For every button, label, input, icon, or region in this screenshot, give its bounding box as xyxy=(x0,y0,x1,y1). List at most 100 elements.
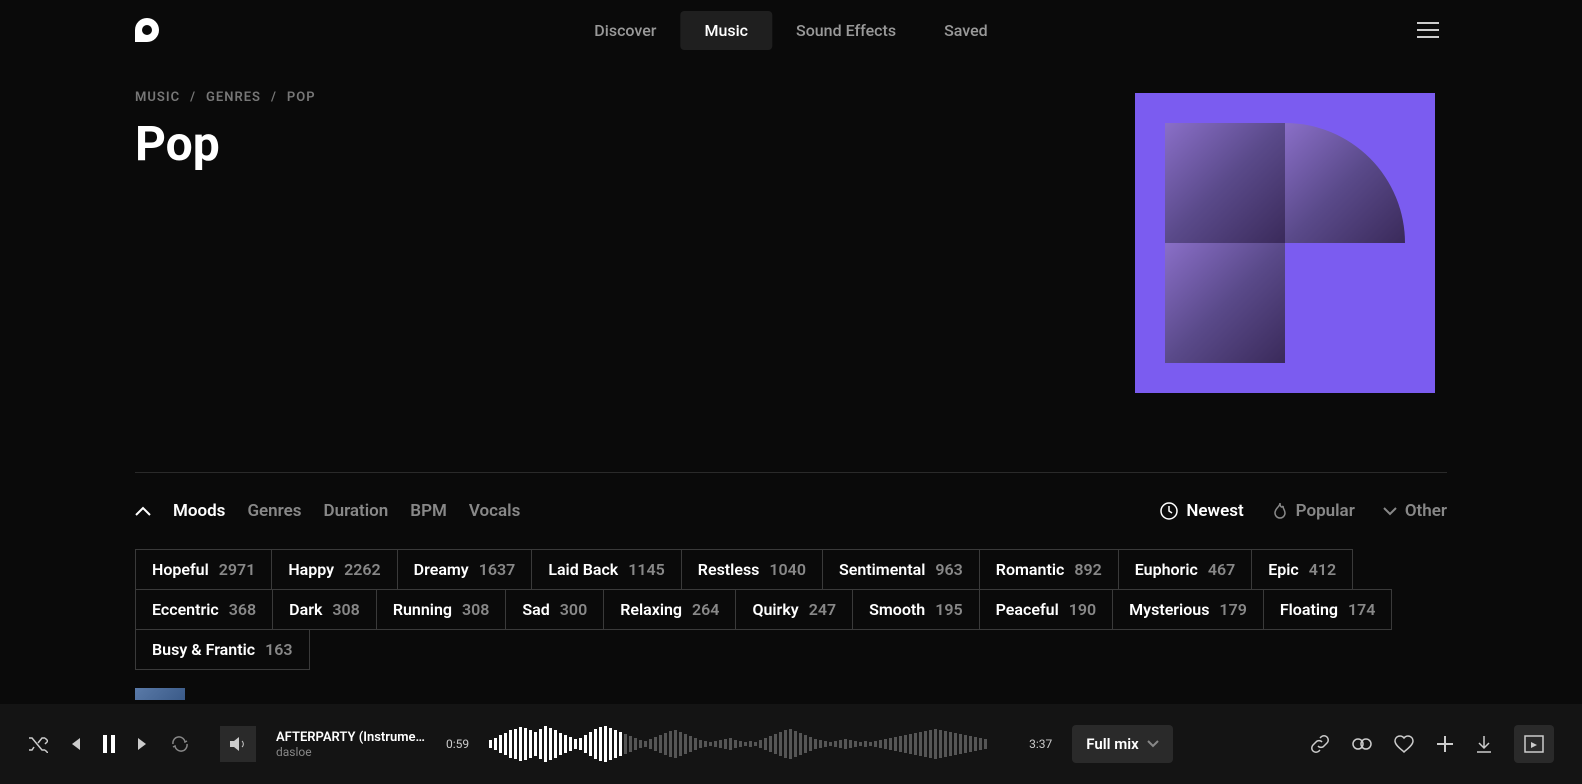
cover-image xyxy=(1165,123,1285,243)
mood-pill[interactable]: Sad300 xyxy=(505,589,604,630)
nav-sound-effects[interactable]: Sound Effects xyxy=(772,11,920,50)
queue-button[interactable] xyxy=(1514,725,1554,763)
waveform[interactable] xyxy=(489,724,1009,764)
skip-forward-icon xyxy=(136,737,150,751)
track-title[interactable]: AFTERPARTY (Instrume... xyxy=(276,730,426,745)
mood-pill[interactable]: Epic412 xyxy=(1251,549,1353,590)
repeat-icon xyxy=(170,736,190,752)
wave-bar xyxy=(784,730,787,758)
track-thumbnail[interactable] xyxy=(135,688,185,700)
wave-bar xyxy=(904,735,907,753)
wave-bar xyxy=(654,737,657,751)
previous-button[interactable] xyxy=(68,737,82,751)
mood-pill[interactable]: Smooth195 xyxy=(852,589,980,630)
mood-label: Peaceful xyxy=(996,600,1059,619)
wave-bar xyxy=(694,738,697,750)
mood-label: Busy & Frantic xyxy=(152,640,255,659)
mood-count: 2971 xyxy=(219,560,256,579)
wave-bar xyxy=(489,740,492,748)
wave-bar xyxy=(569,737,572,751)
clock-icon xyxy=(1160,502,1178,520)
wave-bar xyxy=(969,736,972,752)
similar-button[interactable] xyxy=(1352,735,1372,753)
filter-tab-bpm[interactable]: BPM xyxy=(410,501,447,521)
filter-tab-genres[interactable]: Genres xyxy=(247,501,301,521)
track-artist[interactable]: dasloe xyxy=(276,745,426,759)
mood-pill[interactable]: Euphoric467 xyxy=(1118,549,1252,590)
filters-row: Moods Genres Duration BPM Vocals Newest … xyxy=(135,472,1447,521)
mood-pill[interactable]: Sentimental963 xyxy=(822,549,980,590)
mood-pill[interactable]: Dreamy1637 xyxy=(397,549,533,590)
menu-button[interactable] xyxy=(1409,14,1447,46)
mood-count: 368 xyxy=(229,600,256,619)
sort-popular[interactable]: Popular xyxy=(1272,501,1355,521)
mood-pill[interactable]: Quirky247 xyxy=(735,589,853,630)
mood-count: 963 xyxy=(935,560,962,579)
wave-bar xyxy=(669,731,672,757)
mood-pill[interactable]: Busy & Frantic163 xyxy=(135,629,310,670)
filter-tab-vocals[interactable]: Vocals xyxy=(469,501,520,521)
collapse-filters-button[interactable] xyxy=(135,506,151,516)
wave-bar xyxy=(759,740,762,748)
breadcrumb-genres[interactable]: GENRES xyxy=(206,90,261,105)
shuffle-button[interactable] xyxy=(28,735,48,753)
wave-bar xyxy=(684,734,687,754)
mood-pill[interactable]: Romantic892 xyxy=(979,549,1119,590)
mood-pill[interactable]: Laid Back1145 xyxy=(531,549,681,590)
mood-count: 300 xyxy=(560,600,587,619)
wave-bar xyxy=(719,740,722,748)
breadcrumb-pop[interactable]: POP xyxy=(287,90,316,105)
mood-pill[interactable]: Floating174 xyxy=(1263,589,1393,630)
mood-pill[interactable]: Hopeful 2971 xyxy=(135,549,272,590)
mood-pill[interactable]: Eccentric368 xyxy=(135,589,273,630)
mood-pill[interactable]: Mysterious179 xyxy=(1112,589,1264,630)
mood-label: Dreamy xyxy=(414,560,469,579)
mood-pill[interactable]: Dark308 xyxy=(272,589,377,630)
next-button[interactable] xyxy=(136,737,150,751)
mood-pill[interactable]: Happy2262 xyxy=(271,549,397,590)
wave-bar xyxy=(754,742,757,746)
mood-pill[interactable]: Restless1040 xyxy=(681,549,823,590)
mood-label: Hopeful xyxy=(152,560,209,579)
sort-newest[interactable]: Newest xyxy=(1160,501,1243,521)
wave-bar xyxy=(584,735,587,753)
logo[interactable] xyxy=(135,18,159,42)
mood-pill[interactable]: Running308 xyxy=(376,589,507,630)
nav-discover[interactable]: Discover xyxy=(570,11,680,50)
mood-count: 892 xyxy=(1074,560,1101,579)
download-button[interactable] xyxy=(1476,735,1492,753)
wave-bar xyxy=(769,736,772,752)
flame-icon xyxy=(1272,502,1288,520)
wave-bar xyxy=(789,729,792,759)
filter-tab-moods[interactable]: Moods xyxy=(173,501,225,521)
wave-bar xyxy=(689,736,692,752)
wave-bar xyxy=(944,731,947,757)
filter-tab-duration[interactable]: Duration xyxy=(324,501,389,521)
nav-saved[interactable]: Saved xyxy=(920,11,1012,50)
track-info: AFTERPARTY (Instrume... dasloe xyxy=(276,730,426,759)
wave-bar xyxy=(649,739,652,749)
sort-other[interactable]: Other xyxy=(1383,501,1447,521)
wave-bar xyxy=(954,733,957,755)
mood-label: Relaxing xyxy=(620,600,682,619)
wave-bar xyxy=(739,741,742,747)
like-button[interactable] xyxy=(1394,735,1414,753)
wave-bar xyxy=(549,728,552,760)
volume-button[interactable] xyxy=(220,726,256,762)
mood-pill[interactable]: Relaxing264 xyxy=(603,589,736,630)
mood-count: 308 xyxy=(332,600,359,619)
nav-music[interactable]: Music xyxy=(680,11,772,50)
add-button[interactable] xyxy=(1436,735,1454,753)
repeat-button[interactable] xyxy=(170,736,190,752)
mood-pill[interactable]: Peaceful190 xyxy=(979,589,1114,630)
wave-bar xyxy=(599,727,602,761)
wave-bar xyxy=(939,730,942,758)
wave-bar xyxy=(579,738,582,750)
sort-group: Newest Popular Other xyxy=(1160,501,1447,521)
breadcrumb-music[interactable]: MUSIC xyxy=(135,90,180,105)
heart-icon xyxy=(1394,735,1414,753)
copy-link-button[interactable] xyxy=(1310,734,1330,754)
mix-select[interactable]: Full mix xyxy=(1072,725,1173,763)
pause-button[interactable] xyxy=(102,735,116,753)
volume-icon xyxy=(229,736,247,752)
